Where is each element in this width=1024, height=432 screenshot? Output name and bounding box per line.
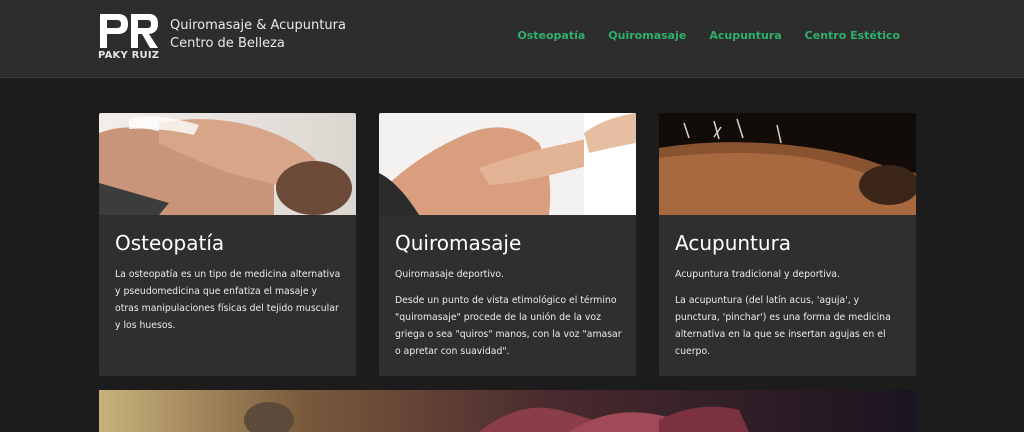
- service-card-acupuntura[interactable]: Acupuntura Acupuntura tradicional y depo…: [659, 113, 916, 376]
- card-paragraph: La osteopatía es un tipo de medicina alt…: [115, 269, 341, 331]
- nav-item-osteopatia[interactable]: Osteopatía: [517, 29, 585, 42]
- card-body: La osteopatía es un tipo de medicina alt…: [115, 266, 343, 334]
- card-title: Osteopatía: [115, 231, 225, 255]
- card-paragraph: Desde un punto de vista etimológico el t…: [395, 295, 622, 357]
- massage-photo: [379, 113, 636, 215]
- hero-banner-image: [99, 390, 916, 432]
- main-nav: Osteopatía Quiromasaje Acupuntura Centro…: [517, 29, 900, 42]
- logo[interactable]: PAKY RUIZ: [98, 12, 160, 64]
- service-card-osteopatia[interactable]: Osteopatía La osteopatía es un tipo de m…: [99, 113, 356, 376]
- brand-line-1: Quiromasaje & Acupuntura: [170, 18, 346, 33]
- brand-line-2: Centro de Belleza: [170, 36, 285, 51]
- site-header: PAKY RUIZ Quiromasaje & Acupuntura Centr…: [0, 0, 1024, 78]
- service-card-quiromasaje[interactable]: Quiromasaje Quiromasaje deportivo. Desde…: [379, 113, 636, 376]
- osteopathy-photo: [99, 113, 356, 215]
- card-paragraph: Quiromasaje deportivo.: [395, 269, 504, 280]
- acupuncture-photo: [659, 113, 916, 215]
- card-paragraph: La acupuntura (del latín acus, 'aguja', …: [675, 295, 891, 357]
- brand-tagline: Quiromasaje & Acupuntura Centro de Belle…: [170, 17, 346, 53]
- nav-item-quiromasaje[interactable]: Quiromasaje: [608, 29, 686, 42]
- logo-mark-icon: [100, 14, 158, 48]
- nav-item-centro-estetico[interactable]: Centro Estético: [805, 29, 900, 42]
- nav-item-acupuntura[interactable]: Acupuntura: [709, 29, 781, 42]
- card-title: Quiromasaje: [395, 231, 522, 255]
- card-title: Acupuntura: [675, 231, 792, 255]
- card-body: Acupuntura tradicional y deportiva. La a…: [675, 266, 903, 360]
- card-body: Quiromasaje deportivo. Desde un punto de…: [395, 266, 623, 360]
- card-paragraph: Acupuntura tradicional y deportiva.: [675, 269, 840, 280]
- logo-text: PAKY RUIZ: [98, 50, 160, 61]
